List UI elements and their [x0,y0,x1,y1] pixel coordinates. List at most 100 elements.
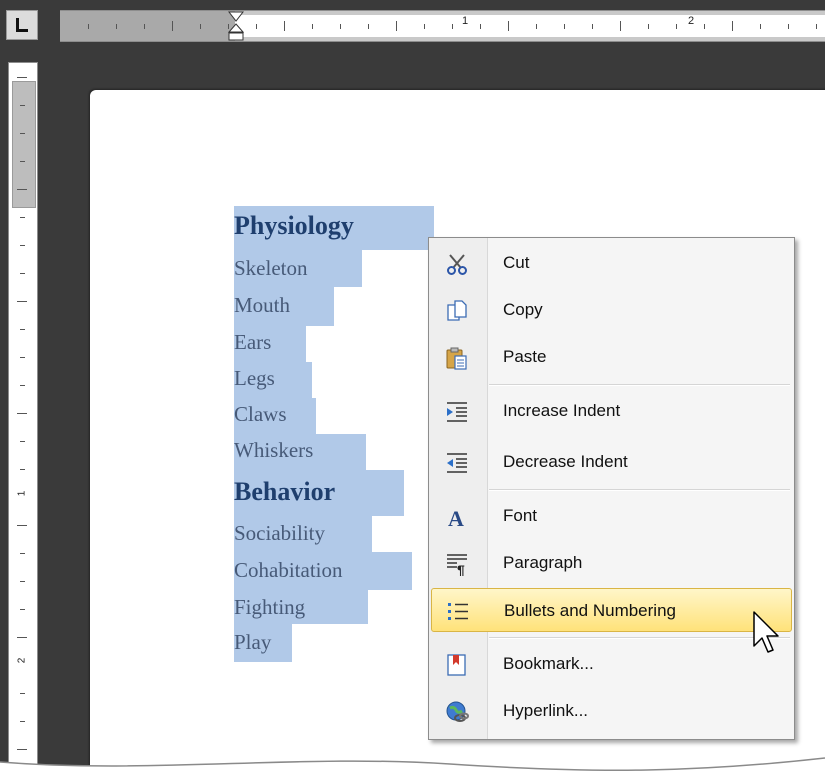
ruler-tick [20,105,25,106]
ruler-tick [17,189,27,190]
horizontal-ruler[interactable]: 1 2 [60,10,825,42]
document-line[interactable]: Fighting [234,595,305,620]
ruler-tick [20,273,25,274]
ruler-tick [480,24,481,29]
ruler-tick [816,24,817,29]
ruler-tick [424,24,425,29]
ruler-tick [20,469,25,470]
ruler-tick [592,24,593,29]
menu-item-label: Paragraph [503,553,583,572]
ruler-tick [17,637,27,638]
menu-item-label: Copy [503,300,543,319]
document-line[interactable]: Skeleton [234,256,308,281]
ruler-tick [536,24,537,29]
left-tab-icon [16,18,28,32]
menu-item-hyperlink[interactable]: Hyperlink... [431,689,792,733]
ruler-tick [144,24,145,29]
ruler-tick [396,21,397,31]
document-line[interactable]: Mouth [234,293,290,318]
menu-item-label: Font [503,506,538,525]
document-line[interactable]: Cohabitation [234,558,343,583]
menu-item-font[interactable]: A Font [431,494,792,538]
ruler-tick [788,24,789,29]
bullets-icon [448,603,468,620]
ruler-tick [20,441,25,442]
font-icon: A [448,506,464,529]
ruler-tick [20,553,25,554]
torn-page-edge [0,757,825,776]
ruler-tick [20,133,25,134]
context-menu: Cut Copy Paste Increase Indent Decrease … [428,237,795,740]
document-heading[interactable]: Physiology [234,211,354,241]
ruler-tick [116,24,117,29]
hyperlink-icon [446,701,469,722]
menu-item-cut[interactable]: Cut [431,241,792,285]
ruler-tick [20,385,25,386]
ruler-tick [17,77,27,78]
menu-item-bookmark[interactable]: Bookmark... [431,642,792,686]
mouse-pointer-icon [753,611,779,653]
menu-item-label: Hyperlink... [503,701,589,720]
ruler-tick [200,24,201,29]
ruler-tick [20,357,25,358]
tab-stop-selector[interactable] [6,10,38,40]
menu-separator [489,637,790,639]
document-line[interactable]: Play [234,630,271,655]
document-heading[interactable]: Behavior [234,477,335,507]
ruler-tick [20,245,25,246]
vertical-ruler-number-2: 2 [16,657,28,664]
ruler-tick [20,161,25,162]
document-editor: 1 2 1 2 Physiology Skeleton Mouth Ears L… [0,0,825,776]
ruler-tick [20,609,25,610]
menu-item-copy[interactable]: Copy [431,288,792,332]
svg-text:A: A [448,506,464,529]
ruler-tick [17,301,27,302]
ruler-number-1: 1 [462,15,469,27]
svg-text:¶: ¶ [457,562,465,576]
ruler-tick [20,721,25,722]
ruler-tick [620,21,621,31]
document-line[interactable]: Whiskers [234,438,313,463]
menu-item-label: Paste [503,347,547,366]
menu-item-bullets-and-numbering[interactable]: Bullets and Numbering [431,588,792,632]
document-line[interactable]: Claws [234,402,287,427]
ruler-tick [368,24,369,29]
menu-item-label: Decrease Indent [503,452,628,471]
paragraph-icon: ¶ [447,554,467,576]
ruler-tick [312,24,313,29]
menu-item-increase-indent[interactable]: Increase Indent [431,389,792,433]
ruler-tick [17,749,27,750]
ruler-tick [20,329,25,330]
menu-separator [489,384,790,386]
ruler-left-margin [60,11,235,41]
menu-item-decrease-indent[interactable]: Decrease Indent [431,440,792,484]
vertical-ruler[interactable]: 1 2 [8,62,38,776]
ruler-tick [20,693,25,694]
menu-separator [489,489,790,491]
ruler-tick [340,24,341,29]
indent-marker-icon[interactable] [228,11,244,41]
ruler-text-area [235,15,825,37]
ruler-tick [88,24,89,29]
ruler-number-2: 2 [688,15,695,27]
ruler-tick [20,217,25,218]
ruler-tick [760,24,761,29]
ruler-tick [508,21,509,31]
document-line[interactable]: Ears [234,330,271,355]
copy-icon [447,300,467,321]
ruler-tick [676,24,677,29]
menu-item-label: Bullets and Numbering [504,601,676,620]
menu-item-label: Cut [503,253,530,272]
ruler-tick [452,24,453,29]
menu-item-label: Bookmark... [503,654,594,673]
vertical-ruler-number-1: 1 [16,490,28,497]
document-line[interactable]: Legs [234,366,275,391]
ruler-tick [20,581,25,582]
scissors-icon [447,254,467,275]
menu-item-paragraph[interactable]: ¶ Paragraph [431,541,792,585]
ruler-tick [732,21,733,31]
document-line[interactable]: Sociability [234,521,325,546]
ruler-tick [648,24,649,29]
menu-item-paste[interactable]: Paste [431,335,792,379]
ruler-tick [172,21,173,31]
